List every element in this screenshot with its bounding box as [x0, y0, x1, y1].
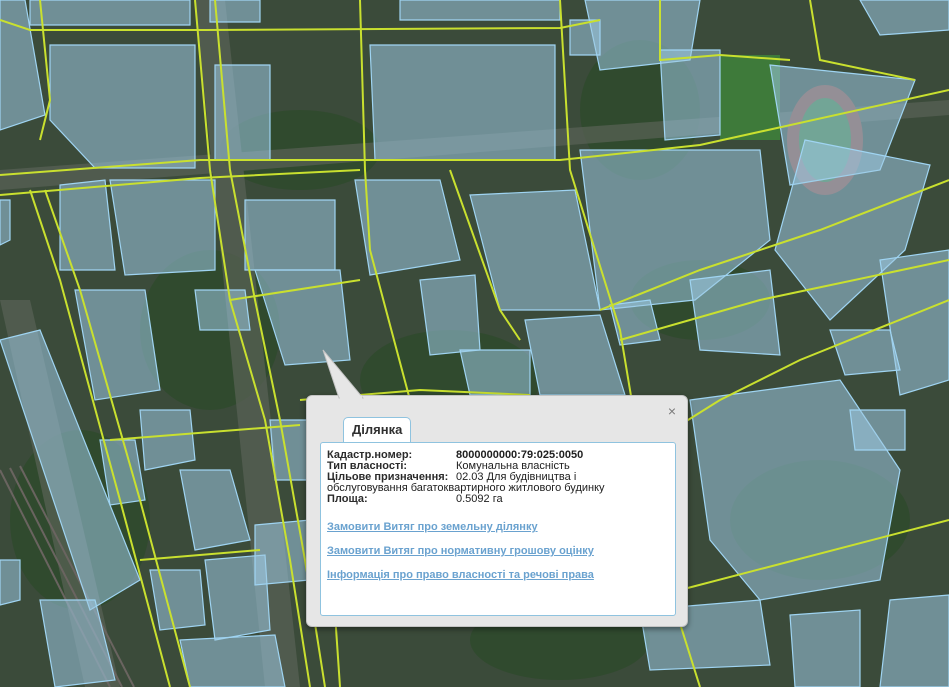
- field-label: Площа:: [327, 493, 368, 505]
- parcel-details-panel: Кадастр.номер: 8000000000:79:025:0050 Ти…: [320, 442, 676, 616]
- order-land-extract-link[interactable]: Замовити Витяг про земельну ділянку: [327, 521, 538, 533]
- order-valuation-extract-link[interactable]: Замовити Витяг про нормативну грошову оц…: [327, 545, 594, 557]
- field-area: Площа: 0.5092 га: [327, 493, 503, 505]
- parcel-info-popup: × Ділянка Кадастр.номер: 8000000000:79:0…: [306, 349, 688, 627]
- area-value: 0.5092 га: [456, 493, 503, 505]
- ownership-info-link[interactable]: Інформація про право власності та речові…: [327, 569, 594, 581]
- tab-parcel[interactable]: Ділянка: [343, 417, 412, 442]
- close-icon[interactable]: ×: [663, 402, 681, 420]
- popup-tail: [322, 349, 365, 399]
